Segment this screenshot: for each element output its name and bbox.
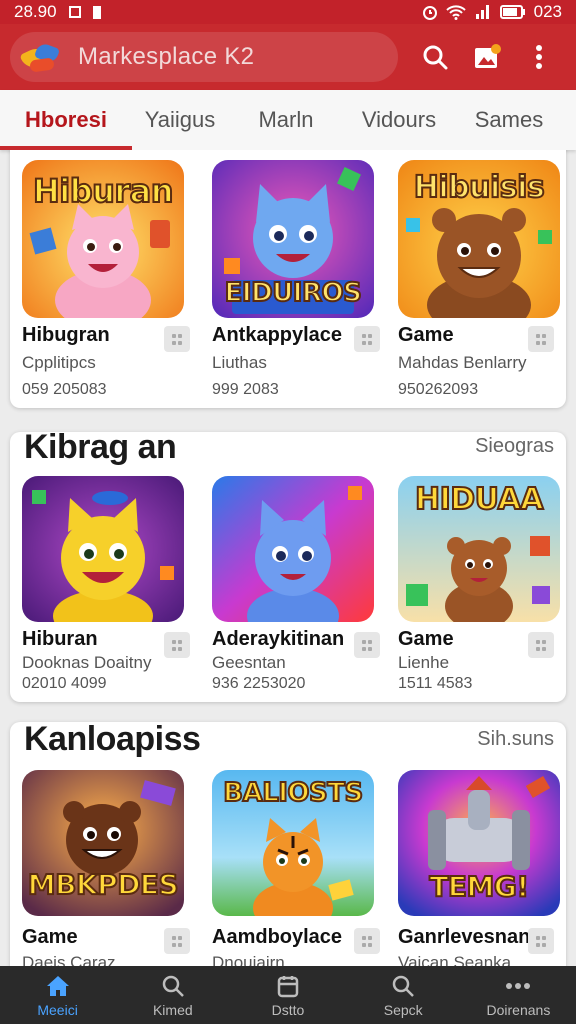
thumbnail-title: EIDUIROS [224,277,363,309]
notification-image-icon[interactable] [472,42,502,72]
app-developer: Daeis Caraz [22,953,116,966]
app-downloads: 1511 4583 [398,675,473,692]
app-downloads: 999 2083 [212,381,279,398]
calendar-icon [275,973,301,999]
thumbnail-title: TEMG! [428,869,530,904]
content-feed[interactable]: Kibrag an Sieogras Kanloapiss Sih.suns H… [0,150,576,966]
status-bar: 28.90 023 [0,0,576,24]
app-downloads: 059 205083 [22,381,107,398]
tab-marln[interactable]: Marln [228,90,344,150]
app-tile[interactable]: TEMG! Ganrlevesnant Vaican Seanka [398,770,566,966]
app-tile[interactable]: Hiburan Dooknas Doaitny 02010 4099 [22,476,190,693]
app-downloads: 936 2253020 [212,675,306,692]
nav-label: Kimed [152,1001,193,1018]
app-thumbnail: MBKPDES [22,770,184,916]
app-options-button[interactable] [354,928,380,954]
battery-level: 023 [533,2,562,21]
app-developer: Liuthas [212,353,267,372]
nav-item-home[interactable]: Meeici [0,966,115,1024]
app-developer: Cpplitipcs [22,353,96,372]
app-options-button[interactable] [528,326,554,352]
tab-yaiigus[interactable]: Yaiigus [132,90,228,150]
app-thumbnail: TEMG! [398,770,560,916]
app-thumbnail: Hibuisis [398,160,560,318]
search-icon[interactable] [420,42,450,72]
app-options-button[interactable] [528,928,554,954]
app-thumbnail: BALIOSTS [212,770,374,916]
nav-item-kimed[interactable]: Kimed [115,966,230,1024]
app-options-button[interactable] [528,632,554,658]
app-title: Markesplace K2 [78,43,255,70]
app-tile[interactable]: Hibuisis Game Mahdas Benlarry 950262093 [398,160,566,399]
app-options-button[interactable] [164,632,190,658]
section-title: Kanloapiss [24,720,201,758]
app-thumbnail: HIDUAA [398,476,560,622]
app-options-button[interactable] [354,326,380,352]
signal-icon [475,5,489,19]
wifi-icon [445,5,466,20]
bottom-navigation: Meeici Kimed Dstto Sepck Doirenans [0,966,576,1024]
category-tabs: Hboresi Yaiigus Marln Vidours Sames [0,90,576,150]
notification-icon [68,6,81,18]
thumbnail-title: Hibuisis [413,169,546,206]
nav-item-dstto[interactable]: Dstto [230,966,345,1024]
search-icon [160,973,186,999]
tab-sames[interactable]: Sames [454,90,564,150]
app-bar: Markesplace K2 [0,24,576,90]
nav-label: Dstto [271,1001,305,1018]
battery-icon [499,5,525,19]
app-tile[interactable]: Hiburan Hibugran Cpplitipcs 059 205083 [22,160,190,399]
status-time: 28.90 [14,2,57,21]
app-tile[interactable]: HIDUAA Game Lienhe 1511 4583 [398,476,566,693]
marketplace-search-bar[interactable]: Markesplace K2 [10,32,398,82]
more-icon [505,973,531,999]
thumbnail-title: BALIOSTS [222,777,364,809]
app-developer: Vaican Seanka [398,953,512,966]
app-options-button[interactable] [164,326,190,352]
app-downloads: 950262093 [398,381,479,398]
thumbnail-title: HIDUAA [414,481,545,518]
app-tile[interactable]: MBKPDES Game Daeis Caraz [22,770,190,966]
tab-hboresi[interactable]: Hboresi [0,90,132,150]
app-thumbnail: EIDUIROS [212,160,374,318]
alarm-icon [422,6,437,20]
app-thumbnail: Hiburan [22,160,184,318]
app-tile[interactable]: BALIOSTS Aamdboylace Dnouiairn [212,770,380,966]
thumbnail-title: MBKPDES [27,867,180,902]
app-developer: Mahdas Benlarry [398,353,527,372]
search-icon [390,973,416,999]
app-tile[interactable]: EIDUIROS Antkappylace Liuthas 999 2083 [212,160,380,399]
nav-label: Doirenans [486,1001,551,1018]
thumbnail-title: Hiburan [32,171,175,211]
app-thumbnail [212,476,374,622]
nav-item-sepck[interactable]: Sepck [346,966,461,1024]
app-options-button[interactable] [164,928,190,954]
nav-item-doirenans[interactable]: Doirenans [461,966,576,1024]
sim-icon [92,5,101,19]
marketplace-logo-icon [18,37,66,77]
app-thumbnail [22,476,184,622]
section-see-all-link[interactable]: Sih.suns [477,728,554,751]
more-menu-icon[interactable] [524,42,554,72]
nav-label: Sepck [383,1001,423,1018]
section-title: Kibrag an [24,428,177,466]
nav-label: Meeici [37,1001,78,1018]
tab-vidours[interactable]: Vidours [344,90,454,150]
app-tile[interactable]: Aderaykitinan Geesntan 936 2253020 [212,476,380,693]
app-downloads: 02010 4099 [22,675,107,692]
app-developer: Dnouiairn [212,953,285,966]
home-icon [45,973,71,999]
section-see-all-link[interactable]: Sieogras [475,435,554,458]
app-options-button[interactable] [354,632,380,658]
